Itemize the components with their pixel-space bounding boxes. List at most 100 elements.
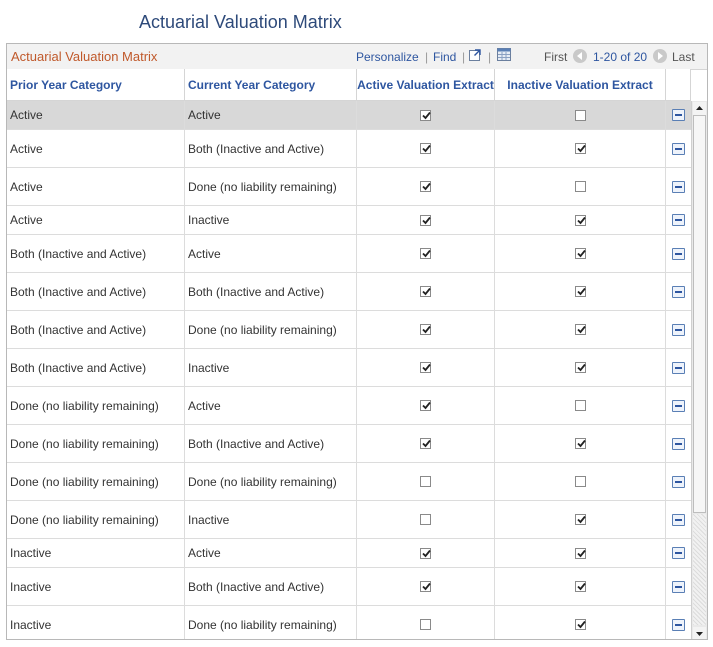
- table-row[interactable]: Done (no liability remaining) Both (Inact…: [7, 425, 691, 463]
- current-year-cell: Both (Inactive and Active): [185, 130, 357, 167]
- table-row[interactable]: Inactive Active: [7, 539, 691, 568]
- active-extract-checkbox[interactable]: [420, 547, 431, 559]
- prior-year-cell: Done (no liability remaining): [7, 387, 185, 424]
- inactive-extract-checkbox[interactable]: [574, 248, 586, 259]
- inactive-extract-checkbox[interactable]: [574, 214, 586, 226]
- active-extract-checkbox[interactable]: [420, 109, 431, 121]
- table-row[interactable]: Done (no liability remaining) Inactive: [7, 501, 691, 539]
- table-row[interactable]: Done (no liability remaining) Done (no li…: [7, 463, 691, 501]
- inactive-extract-checkbox[interactable]: [574, 581, 586, 592]
- delete-row-icon[interactable]: [672, 109, 685, 121]
- delete-row-icon[interactable]: [672, 580, 685, 593]
- inactive-extract-checkbox[interactable]: [574, 547, 586, 559]
- scroll-up-icon[interactable]: [693, 102, 706, 115]
- current-year-cell: Active: [185, 387, 357, 424]
- delete-row-icon[interactable]: [672, 547, 685, 559]
- delete-row-icon[interactable]: [672, 247, 685, 260]
- prior-year-cell: Done (no liability remaining): [7, 501, 185, 538]
- delete-row-icon[interactable]: [672, 323, 685, 336]
- inactive-extract-cell: [495, 425, 666, 462]
- inactive-extract-checkbox[interactable]: [574, 362, 586, 373]
- personalize-link[interactable]: Personalize: [356, 50, 419, 64]
- inactive-extract-checkbox[interactable]: [574, 324, 586, 335]
- delete-row-icon[interactable]: [672, 214, 685, 226]
- page-title: Actuarial Valuation Matrix: [139, 12, 342, 32]
- column-header-active-extract[interactable]: Active Valuation Extract: [357, 69, 495, 101]
- active-extract-checkbox[interactable]: [420, 181, 431, 192]
- prior-year-cell: Active: [7, 130, 185, 167]
- active-extract-checkbox[interactable]: [420, 619, 431, 630]
- active-extract-checkbox[interactable]: [420, 438, 431, 449]
- download-spreadsheet-icon[interactable]: [497, 48, 511, 61]
- next-page-icon[interactable]: [653, 49, 667, 63]
- column-header-inactive-extract[interactable]: Inactive Valuation Extract: [495, 69, 666, 101]
- inactive-extract-checkbox[interactable]: [574, 438, 586, 449]
- current-year-cell: Active: [185, 101, 357, 129]
- row-actions-cell: [666, 101, 691, 129]
- delete-row-icon[interactable]: [672, 399, 685, 412]
- table-row[interactable]: Active Both (Inactive and Active): [7, 130, 691, 168]
- vertical-scrollbar[interactable]: [691, 101, 707, 640]
- table-row[interactable]: Done (no liability remaining) Active: [7, 387, 691, 425]
- prior-year-value: Inactive: [10, 579, 52, 594]
- inactive-extract-checkbox[interactable]: [574, 181, 586, 192]
- column-header-current-year[interactable]: Current Year Category: [185, 69, 357, 101]
- inactive-extract-checkbox[interactable]: [574, 109, 586, 121]
- active-extract-cell: [357, 568, 495, 605]
- active-extract-checkbox[interactable]: [420, 214, 431, 226]
- inactive-extract-checkbox[interactable]: [574, 514, 586, 525]
- row-actions-cell: [666, 425, 691, 462]
- find-link[interactable]: Find: [433, 50, 456, 64]
- inactive-extract-checkbox[interactable]: [574, 400, 586, 411]
- active-extract-checkbox[interactable]: [420, 400, 431, 411]
- delete-row-icon[interactable]: [672, 361, 685, 374]
- table-row[interactable]: Active Inactive: [7, 206, 691, 235]
- separator: |: [488, 50, 492, 64]
- current-year-cell: Active: [185, 539, 357, 567]
- inactive-extract-checkbox[interactable]: [574, 476, 586, 487]
- active-extract-cell: [357, 168, 495, 205]
- scrollbar-thumb[interactable]: [693, 115, 706, 513]
- table-row[interactable]: Inactive Both (Inactive and Active): [7, 568, 691, 606]
- delete-row-icon[interactable]: [672, 142, 685, 155]
- table-row[interactable]: Both (Inactive and Active) Done (no liabi…: [7, 311, 691, 349]
- inactive-extract-checkbox[interactable]: [574, 286, 586, 297]
- scrollbar-track[interactable]: [693, 514, 706, 625]
- row-actions-cell: [666, 311, 691, 348]
- delete-row-icon[interactable]: [672, 513, 685, 526]
- active-extract-checkbox[interactable]: [420, 362, 431, 373]
- current-year-cell: Done (no liability remaining): [185, 606, 357, 639]
- current-year-cell: Done (no liability remaining): [185, 463, 357, 500]
- table-row[interactable]: Inactive Done (no liability remaining): [7, 606, 691, 639]
- new-window-icon[interactable]: [469, 48, 482, 61]
- prior-year-value: Active: [10, 108, 43, 122]
- prior-year-value: Active: [10, 213, 43, 227]
- active-extract-checkbox[interactable]: [420, 286, 431, 297]
- delete-row-icon[interactable]: [672, 285, 685, 298]
- active-extract-checkbox[interactable]: [420, 143, 431, 154]
- active-extract-checkbox[interactable]: [420, 476, 431, 487]
- column-header-prior-year[interactable]: Prior Year Category: [7, 69, 185, 101]
- delete-row-icon[interactable]: [672, 437, 685, 450]
- prior-year-cell: Inactive: [7, 606, 185, 639]
- inactive-extract-checkbox[interactable]: [574, 619, 586, 630]
- table-row[interactable]: Both (Inactive and Active) Active: [7, 235, 691, 273]
- active-extract-checkbox[interactable]: [420, 581, 431, 592]
- table-row[interactable]: Both (Inactive and Active) Both (Inactive…: [7, 273, 691, 311]
- active-extract-checkbox[interactable]: [420, 514, 431, 525]
- scroll-down-icon[interactable]: [693, 627, 706, 640]
- delete-row-icon[interactable]: [672, 618, 685, 631]
- delete-row-icon[interactable]: [672, 180, 685, 193]
- delete-row-icon[interactable]: [672, 475, 685, 488]
- current-year-value: Inactive: [188, 213, 230, 227]
- inactive-extract-checkbox[interactable]: [574, 143, 586, 154]
- active-extract-checkbox[interactable]: [420, 324, 431, 335]
- prior-year-value: Inactive: [10, 546, 52, 560]
- prior-year-value: Both (Inactive and Active): [10, 360, 147, 375]
- prior-year-value: Done (no liability remaining): [10, 398, 159, 413]
- active-extract-checkbox[interactable]: [420, 248, 431, 259]
- table-row[interactable]: Active Active: [7, 101, 691, 130]
- previous-page-icon[interactable]: [573, 49, 587, 63]
- table-row[interactable]: Both (Inactive and Active) Inactive: [7, 349, 691, 387]
- table-row[interactable]: Active Done (no liability remaining): [7, 168, 691, 206]
